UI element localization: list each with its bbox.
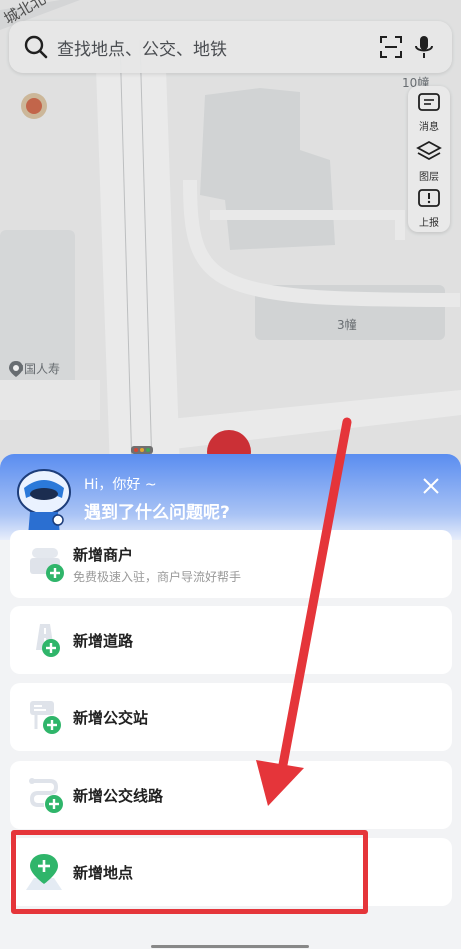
question-text: 遇到了什么问题呢? (84, 503, 230, 523)
greeting-text: Hi，你好 ~ (84, 477, 157, 493)
store-icon (30, 548, 64, 582)
highlight-box (11, 830, 368, 914)
map-overlay (0, 0, 461, 470)
add-bus-route-title: 新增公交线路 (73, 787, 164, 805)
close-icon[interactable] (419, 474, 443, 498)
add-merchant-item[interactable]: 新增商户 免费极速入驻，商户导流好帮手 (10, 530, 452, 598)
road-icon (36, 624, 60, 657)
bus-route-icon (29, 778, 63, 813)
add-merchant-subtitle: 免费极速入驻，商户导流好帮手 (73, 570, 242, 584)
bus-stop-icon (30, 701, 61, 734)
add-bus-route-item[interactable]: 新增公交线路 (10, 761, 452, 829)
add-bus-stop-item[interactable]: 新增公交站 (10, 683, 452, 751)
mascot-icon (17, 469, 71, 536)
add-road-item[interactable]: 新增道路 (10, 606, 452, 674)
add-merchant-title: 新增商户 (73, 546, 134, 564)
panel-header: Hi，你好 ~ 遇到了什么问题呢? (0, 454, 461, 540)
add-bus-stop-title: 新增公交站 (73, 709, 149, 727)
add-road-title: 新增道路 (73, 632, 134, 650)
home-indicator (151, 945, 309, 948)
